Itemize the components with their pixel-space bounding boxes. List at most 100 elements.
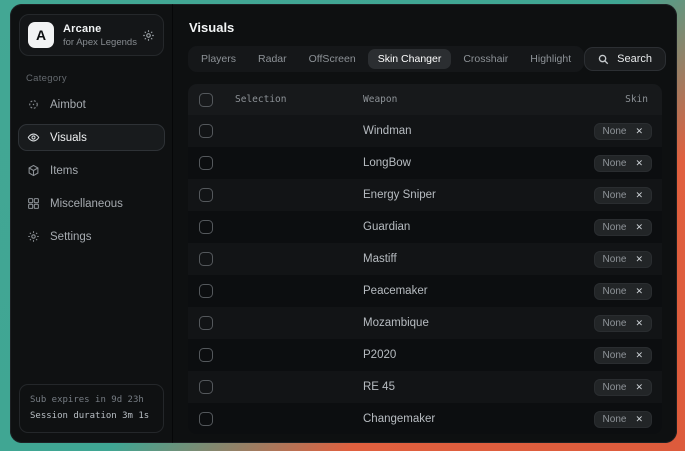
skin-chip[interactable]: None ✕: [594, 379, 652, 396]
sidebar-item-label: Items: [50, 165, 78, 177]
row-checkbox[interactable]: [199, 156, 213, 170]
skin-value: None: [603, 222, 627, 233]
sidebar-spacer: [11, 253, 172, 376]
sidebar-item-aimbot[interactable]: Aimbot: [18, 91, 165, 118]
row-checkbox[interactable]: [199, 284, 213, 298]
row-checkbox[interactable]: [199, 188, 213, 202]
weapon-name: Changemaker: [363, 413, 540, 425]
skin-cell: None ✕: [540, 123, 652, 140]
close-icon[interactable]: ✕: [635, 351, 643, 360]
select-all-checkbox[interactable]: [199, 93, 213, 107]
eye-icon: [27, 131, 40, 144]
sidebar-item-settings[interactable]: Settings: [18, 223, 165, 250]
weapon-column-header: Weapon: [363, 94, 540, 105]
skin-value: None: [603, 286, 627, 297]
search-button-label: Search: [617, 53, 652, 65]
sidebar-item-label: Settings: [50, 231, 92, 243]
row-checkbox[interactable]: [199, 316, 213, 330]
skin-value: None: [603, 190, 627, 201]
close-icon[interactable]: ✕: [635, 127, 643, 136]
row-checkbox[interactable]: [199, 124, 213, 138]
gear-icon[interactable]: [142, 29, 155, 42]
row-checkbox[interactable]: [199, 348, 213, 362]
skin-chip[interactable]: None ✕: [594, 411, 652, 428]
desktop-background: { "app": { "name": "Arcane", "subtitle":…: [0, 0, 685, 451]
tab-radar[interactable]: Radar: [248, 49, 297, 69]
weapon-name: Peacemaker: [363, 285, 540, 297]
table-row: Changemaker None ✕: [188, 403, 662, 434]
skin-chip[interactable]: None ✕: [594, 219, 652, 236]
sidebar-nav: Aimbot Visuals Items Miscellaneous Setti…: [11, 88, 172, 253]
weapon-name: P2020: [363, 349, 540, 361]
skin-value: None: [603, 254, 627, 265]
sidebar-item-visuals[interactable]: Visuals: [18, 124, 165, 151]
weapon-name: Mastiff: [363, 253, 540, 265]
search-button[interactable]: Search: [584, 47, 666, 71]
skin-chip[interactable]: None ✕: [594, 347, 652, 364]
app-subtitle: for Apex Legends: [63, 37, 133, 48]
row-checkbox[interactable]: [199, 220, 213, 234]
app-header-card: A Arcane for Apex Legends: [19, 14, 164, 56]
tab-highlight[interactable]: Highlight: [520, 49, 581, 69]
weapon-name: Guardian: [363, 221, 540, 233]
sidebar-item-items[interactable]: Items: [18, 157, 165, 184]
skin-chip[interactable]: None ✕: [594, 187, 652, 204]
selection-column-header: Selection: [235, 94, 363, 105]
skin-chip[interactable]: None ✕: [594, 283, 652, 300]
table-row: Mastiff None ✕: [188, 243, 662, 275]
close-icon[interactable]: ✕: [635, 191, 643, 200]
skin-value: None: [603, 414, 627, 425]
close-icon[interactable]: ✕: [635, 383, 643, 392]
table-row: RE 45 None ✕: [188, 371, 662, 403]
row-checkbox[interactable]: [199, 252, 213, 266]
table-row: Guardian None ✕: [188, 211, 662, 243]
table-header-row: Selection Weapon Skin: [188, 84, 662, 115]
table-row: Windman None ✕: [188, 115, 662, 147]
tab-players[interactable]: Players: [191, 49, 246, 69]
skin-cell: None ✕: [540, 411, 652, 428]
skin-chip[interactable]: None ✕: [594, 123, 652, 140]
weapon-name: Mozambique: [363, 317, 540, 329]
sidebar-item-label: Miscellaneous: [50, 198, 123, 210]
skin-cell: None ✕: [540, 315, 652, 332]
tab-bar: PlayersRadarOffScreenSkin ChangerCrossha…: [188, 46, 584, 72]
tab-offscreen[interactable]: OffScreen: [299, 49, 366, 69]
skin-value: None: [603, 318, 627, 329]
close-icon[interactable]: ✕: [635, 415, 643, 424]
close-icon[interactable]: ✕: [635, 255, 643, 264]
app-logo: A: [28, 22, 54, 48]
skin-cell: None ✕: [540, 187, 652, 204]
skin-cell: None ✕: [540, 219, 652, 236]
box-icon: [27, 164, 40, 177]
skin-chip[interactable]: None ✕: [594, 315, 652, 332]
skin-chip[interactable]: None ✕: [594, 155, 652, 172]
tab-crosshair[interactable]: Crosshair: [453, 49, 518, 69]
skin-value: None: [603, 158, 627, 169]
skin-value: None: [603, 350, 627, 361]
category-label: Category: [26, 73, 172, 84]
skin-cell: None ✕: [540, 283, 652, 300]
close-icon[interactable]: ✕: [635, 319, 643, 328]
toolbar: PlayersRadarOffScreenSkin ChangerCrossha…: [188, 46, 662, 72]
grid-icon: [27, 197, 40, 210]
sidebar-item-miscellaneous[interactable]: Miscellaneous: [18, 190, 165, 217]
skin-chip[interactable]: None ✕: [594, 251, 652, 268]
app-title: Arcane: [63, 23, 133, 35]
table-row: Mozambique None ✕: [188, 307, 662, 339]
skin-cell: None ✕: [540, 347, 652, 364]
table-row: P2020 None ✕: [188, 339, 662, 371]
sidebar: A Arcane for Apex Legends Category Aimbo…: [10, 4, 173, 443]
tab-skin-changer[interactable]: Skin Changer: [368, 49, 452, 69]
skin-value: None: [603, 382, 627, 393]
row-checkbox[interactable]: [199, 380, 213, 394]
close-icon[interactable]: ✕: [635, 159, 643, 168]
app-titles: Arcane for Apex Legends: [63, 23, 133, 48]
row-checkbox[interactable]: [199, 412, 213, 426]
skin-changer-table: Selection Weapon Skin Windman None ✕ Lon…: [188, 84, 662, 434]
gear-icon: [27, 230, 40, 243]
session-duration-text: Session duration 3m 1s: [30, 408, 153, 424]
close-icon[interactable]: ✕: [635, 287, 643, 296]
skin-cell: None ✕: [540, 155, 652, 172]
close-icon[interactable]: ✕: [635, 223, 643, 232]
weapon-name: LongBow: [363, 157, 540, 169]
